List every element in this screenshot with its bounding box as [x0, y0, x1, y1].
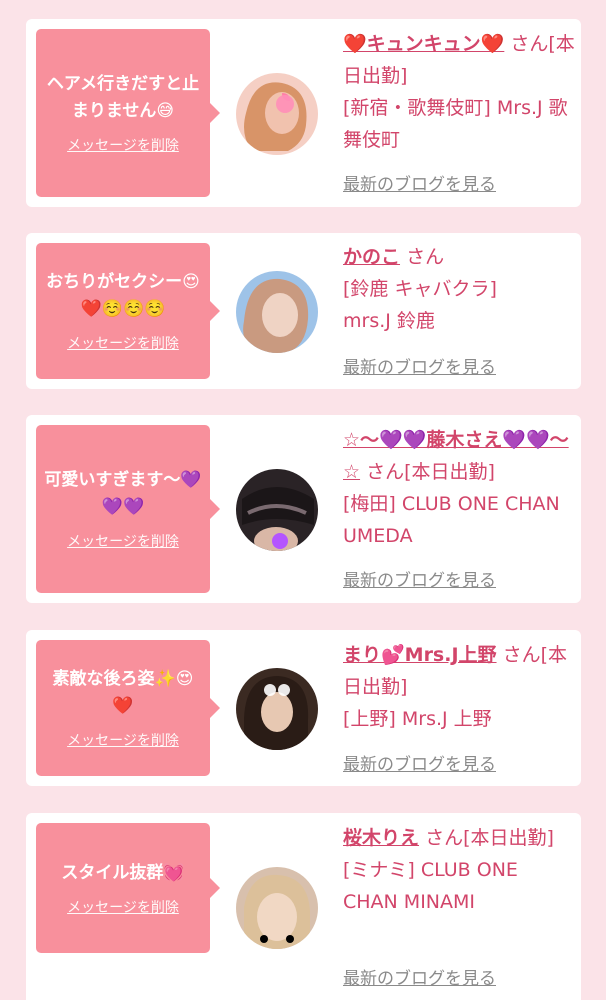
list-item: 素敵な後ろ姿✨😍❤️ メッセージを削除 まり💕Mrs.J上野 さん[本日出勤] … — [26, 630, 581, 786]
latest-blog-link[interactable]: 最新のブログを見る — [343, 750, 496, 775]
message-bubble: おちりがセクシー😍❤️☺️☺️☺️ メッセージを削除 — [36, 243, 220, 379]
shop-info: [鈴鹿 キャバクラ] mrs.J 鈴鹿 — [343, 278, 497, 332]
latest-blog-link[interactable]: 最新のブログを見る — [343, 964, 496, 989]
avatar[interactable] — [236, 867, 318, 949]
latest-blog-link[interactable]: 最新のブログを見る — [343, 566, 496, 591]
list-item: スタイル抜群💓 メッセージを削除 桜木りえ さん[本日出勤] [ミナミ] CLU… — [26, 813, 581, 1000]
profile-name-link[interactable]: 桜木りえ — [343, 827, 419, 849]
message-text: おちりがセクシー😍❤️☺️☺️☺️ — [46, 272, 200, 319]
favorites-list: ヘアメ行きだすと止まりません😅 メッセージを削除 ❤️キュンキュン❤️ さん[本… — [0, 0, 606, 1000]
profile-suffix: さん[本日出勤] — [425, 827, 554, 849]
message-text: スタイル抜群💓 — [61, 862, 185, 883]
profile-info: ❤️キュンキュン❤️ さん[本日出勤] [新宿・歌舞伎町] Mrs.J 歌舞伎町 — [343, 28, 575, 156]
profile-name-link[interactable]: まり💕Mrs.J上野 — [343, 644, 497, 666]
shop-info: [上野] Mrs.J 上野 — [343, 708, 492, 730]
profile-info: かのこ さん [鈴鹿 キャバクラ] mrs.J 鈴鹿 — [343, 241, 575, 337]
profile-info: 桜木りえ さん[本日出勤] [ミナミ] CLUB ONE CHAN MINAMI — [343, 822, 575, 918]
message-text: ヘアメ行きだすと止まりません😅 — [46, 74, 200, 121]
profile-info: ☆〜💜💜藤木さえ💜💜〜☆ さん[本日出勤] [梅田] CLUB ONE CHAN… — [343, 424, 575, 552]
message-text: 可愛いすぎます〜💜💜💜 — [44, 470, 202, 517]
latest-blog-link[interactable]: 最新のブログを見る — [343, 170, 496, 195]
profile-name-link[interactable]: かのこ — [343, 246, 400, 268]
avatar[interactable] — [236, 469, 318, 551]
profile-info: まり💕Mrs.J上野 さん[本日出勤] [上野] Mrs.J 上野 — [343, 639, 575, 735]
message-bubble: スタイル抜群💓 メッセージを削除 — [36, 823, 220, 953]
profile-suffix: さん[本日出勤] — [366, 461, 495, 483]
message-bubble: 可愛いすぎます〜💜💜💜 メッセージを削除 — [36, 425, 220, 593]
shop-info: [新宿・歌舞伎町] Mrs.J 歌舞伎町 — [343, 97, 568, 151]
message-bubble: 素敵な後ろ姿✨😍❤️ メッセージを削除 — [36, 640, 220, 776]
message-bubble: ヘアメ行きだすと止まりません😅 メッセージを削除 — [36, 29, 220, 197]
delete-message-link[interactable]: メッセージを削除 — [67, 531, 179, 551]
list-item: 可愛いすぎます〜💜💜💜 メッセージを削除 ☆〜💜💜藤木さえ💜💜〜☆ さん[本日出… — [26, 415, 581, 603]
avatar[interactable] — [236, 73, 318, 155]
delete-message-link[interactable]: メッセージを削除 — [67, 730, 179, 750]
profile-name-link[interactable]: ❤️キュンキュン❤️ — [343, 33, 504, 55]
shop-info: [ミナミ] CLUB ONE CHAN MINAMI — [343, 859, 518, 913]
profile-suffix: さん — [406, 246, 445, 268]
latest-blog-link[interactable]: 最新のブログを見る — [343, 353, 496, 378]
avatar[interactable] — [236, 271, 318, 353]
list-item: おちりがセクシー😍❤️☺️☺️☺️ メッセージを削除 かのこ さん [鈴鹿 キャ… — [26, 233, 581, 389]
shop-info: [梅田] CLUB ONE CHAN UMEDA — [343, 493, 560, 547]
message-text: 素敵な後ろ姿✨😍❤️ — [52, 669, 194, 716]
delete-message-link[interactable]: メッセージを削除 — [67, 135, 179, 155]
avatar[interactable] — [236, 668, 318, 750]
delete-message-link[interactable]: メッセージを削除 — [67, 897, 179, 917]
delete-message-link[interactable]: メッセージを削除 — [67, 333, 179, 353]
list-item: ヘアメ行きだすと止まりません😅 メッセージを削除 ❤️キュンキュン❤️ さん[本… — [26, 19, 581, 207]
